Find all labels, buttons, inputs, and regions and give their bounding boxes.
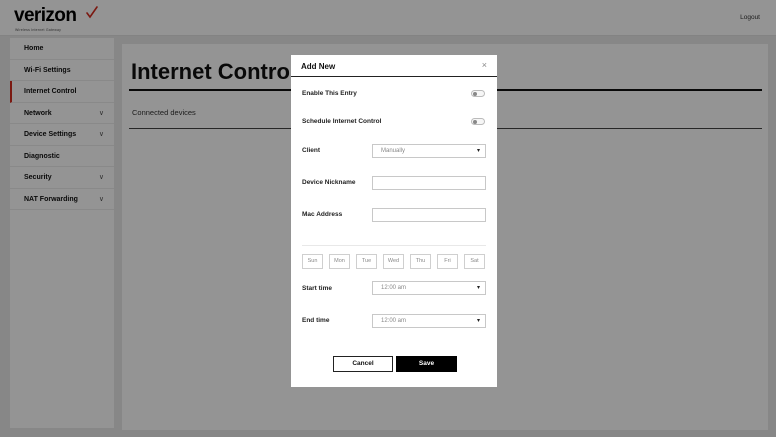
dialog-title: Add New (301, 62, 336, 71)
enable-entry-label: Enable This Entry (302, 90, 357, 97)
dialog-title-divider (291, 76, 497, 77)
cancel-button[interactable]: Cancel (333, 356, 393, 372)
caret-down-icon: ▾ (476, 285, 480, 291)
day-button-sun[interactable]: Sun (302, 254, 323, 269)
day-button-sat[interactable]: Sat (464, 254, 485, 269)
day-button-thu[interactable]: Thu (410, 254, 431, 269)
mac-address-input[interactable] (372, 208, 486, 222)
start-time-select[interactable]: 12:00 am ▾ (372, 281, 486, 295)
start-time-label: Start time (302, 285, 332, 292)
enable-entry-toggle[interactable] (471, 90, 485, 97)
close-icon[interactable]: × (482, 60, 487, 70)
save-button[interactable]: Save (396, 356, 457, 372)
day-button-wed[interactable]: Wed (383, 254, 404, 269)
client-select-value: Manually (381, 148, 406, 154)
day-selector: Sun Mon Tue Wed Thu Fri Sat (302, 254, 486, 270)
start-time-value: 12:00 am (381, 285, 407, 291)
caret-down-icon: ▾ (476, 318, 480, 324)
client-select[interactable]: Manually ▾ (372, 144, 486, 158)
end-time-label: End time (302, 317, 330, 324)
schedule-toggle[interactable] (471, 118, 485, 125)
toggle-knob (473, 120, 477, 124)
nickname-label: Device Nickname (302, 179, 356, 186)
schedule-label: Schedule Internet Control (302, 118, 382, 125)
section-divider (302, 245, 486, 246)
nickname-input[interactable] (372, 176, 486, 190)
end-time-select[interactable]: 12:00 am ▾ (372, 314, 486, 328)
day-button-mon[interactable]: Mon (329, 254, 350, 269)
end-time-value: 12:00 am (381, 318, 407, 324)
client-label: Client (302, 147, 321, 154)
mac-address-label: Mac Address (302, 211, 343, 218)
caret-down-icon: ▾ (476, 148, 480, 154)
day-button-fri[interactable]: Fri (437, 254, 458, 269)
toggle-knob (473, 92, 477, 96)
add-new-dialog: Add New × Enable This Entry Schedule Int… (291, 55, 497, 387)
day-button-tue[interactable]: Tue (356, 254, 377, 269)
